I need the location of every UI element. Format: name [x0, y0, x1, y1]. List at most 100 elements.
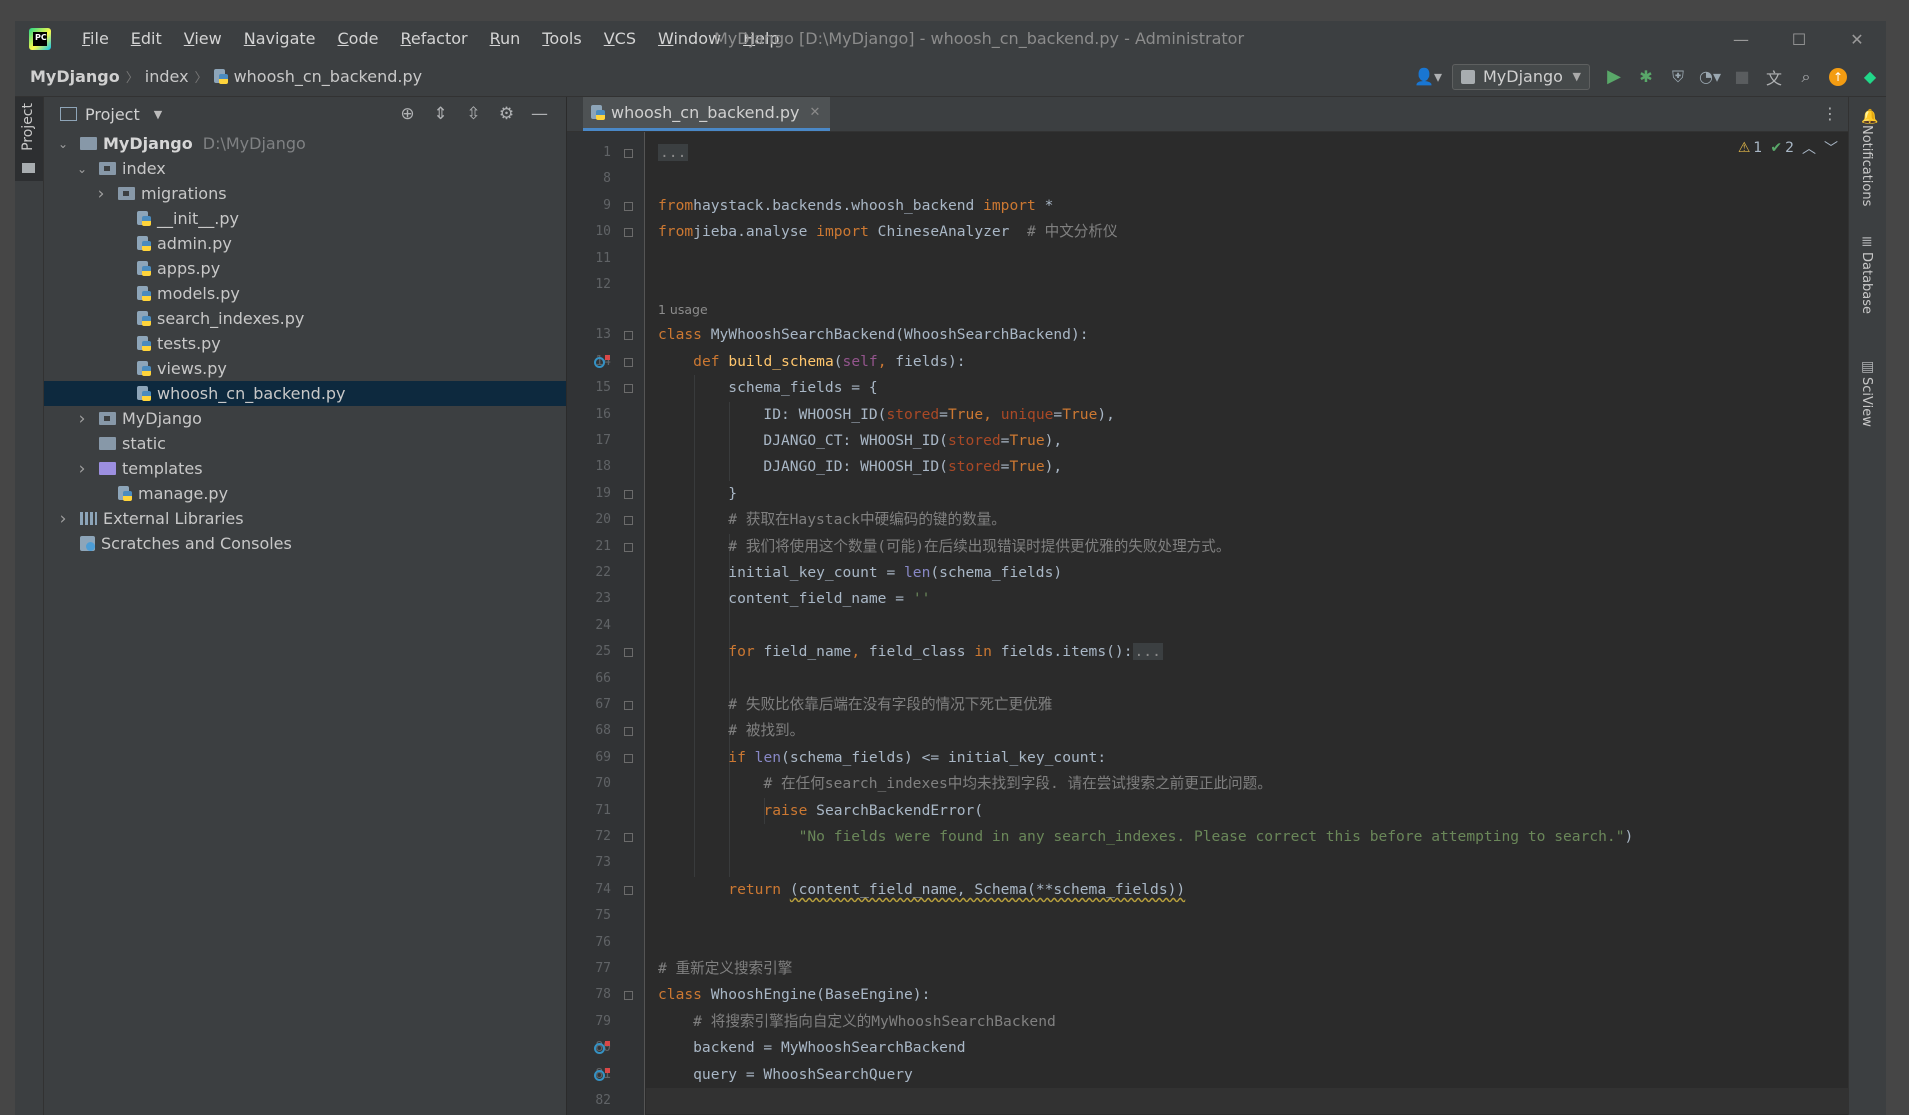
database-tab[interactable]: Database — [1859, 252, 1874, 314]
warning-icon: ⚠ — [1737, 140, 1751, 156]
code-token: MyWhooshSearchBackend(WhooshSearchBacken… — [701, 326, 1089, 344]
menu-tools[interactable]: Tools — [531, 21, 592, 57]
fold-toggle-icon[interactable] — [624, 357, 633, 367]
line-number: 10 — [595, 224, 611, 240]
close-tab-icon[interactable]: ✕ — [810, 105, 821, 120]
notifications-tab[interactable]: Notifications — [1859, 125, 1874, 206]
chevron-down-icon: ▼ — [1572, 70, 1581, 83]
gear-icon[interactable]: ⚙ — [490, 104, 523, 124]
expand-all-icon[interactable]: ⇕ — [424, 104, 457, 124]
maximize-button[interactable]: ☐ — [1770, 21, 1828, 57]
update-icon[interactable]: ↑ — [1822, 57, 1854, 96]
fold-toggle-icon[interactable] — [624, 727, 633, 737]
close-button[interactable]: ✕ — [1828, 21, 1886, 57]
fold-toggle-icon[interactable] — [624, 991, 633, 1001]
code-token: } — [658, 484, 738, 502]
translate-icon[interactable]: 文 — [1758, 57, 1790, 96]
code-token: stored — [947, 432, 1001, 449]
tree-item[interactable]: static — [44, 431, 566, 456]
minimize-button[interactable]: — — [1712, 21, 1770, 57]
collapse-all-icon[interactable]: ⇳ — [457, 104, 490, 124]
tree-item[interactable]: › MyDjango — [44, 406, 566, 431]
chevron-down-icon[interactable]: ⌄ — [75, 162, 89, 176]
menu-file[interactable]: File — [71, 21, 120, 57]
code-token: from — [658, 196, 694, 214]
fold-toggle-icon[interactable] — [624, 149, 633, 158]
code-line: initial_key_count = len(schema_fields) — [658, 560, 1062, 586]
fold-toggle-icon[interactable] — [624, 701, 633, 710]
tree-item[interactable]: ⌄ MyDjango D:\MyDjango — [44, 131, 566, 156]
code-with-me-icon[interactable]: ◆ — [1854, 57, 1886, 96]
tree-item[interactable]: apps.py — [44, 256, 566, 281]
profile-icon[interactable]: ◔▾ — [1694, 57, 1726, 96]
tree-item[interactable]: tests.py — [44, 331, 566, 356]
tree-item[interactable]: __init__.py — [44, 206, 566, 231]
override-marker-icon[interactable] — [594, 1067, 610, 1081]
tree-item[interactable]: models.py — [44, 281, 566, 306]
fold-toggle-icon[interactable] — [624, 516, 633, 526]
chevron-right-icon[interactable]: › — [94, 184, 108, 204]
sciview-tab[interactable]: SciView — [1859, 377, 1874, 427]
search-icon[interactable]: ⌕ — [1790, 57, 1822, 96]
tree-item[interactable]: views.py — [44, 356, 566, 381]
project-tool-tab[interactable]: Project — [15, 97, 43, 181]
fold-toggle-icon[interactable] — [624, 228, 633, 238]
fold-toggle-icon[interactable] — [624, 885, 633, 895]
menu-vcs[interactable]: VCS — [593, 21, 647, 57]
next-highlight-icon[interactable]: ﹀ — [1824, 138, 1838, 158]
run-configuration-select[interactable]: MyDjango ▼ — [1452, 63, 1590, 90]
menu-view[interactable]: View — [173, 21, 233, 57]
tree-item[interactable]: Scratches and Consoles — [44, 531, 566, 556]
tree-item[interactable]: manage.py — [44, 481, 566, 506]
tree-item[interactable]: › External Libraries — [44, 506, 566, 531]
fold-toggle-icon[interactable] — [624, 833, 633, 842]
debug-icon[interactable]: ✱ — [1630, 57, 1662, 96]
chevron-down-icon[interactable]: ⌄ — [56, 137, 70, 151]
select-opened-file-icon[interactable]: ⊕ — [391, 104, 424, 124]
fold-toggle-icon[interactable] — [624, 489, 633, 499]
menu-edit[interactable]: Edit — [120, 21, 173, 57]
usage-inlay-hint[interactable]: 1 usage — [658, 300, 708, 320]
tree-item[interactable]: admin.py — [44, 231, 566, 256]
breadcrumb-folder[interactable]: index — [145, 67, 189, 86]
code-token: , — [877, 352, 896, 370]
folded-code-placeholder[interactable]: ... — [658, 144, 689, 161]
previous-highlight-icon[interactable]: ︿ — [1802, 138, 1816, 158]
tree-item[interactable]: › migrations — [44, 181, 566, 206]
code-editor[interactable]: ⚠ 1 ✔ 2 ︿ ﹀ 1 usage... fromhaystack.backe… — [646, 132, 1848, 1115]
breadcrumb-file[interactable]: whoosh_cn_backend.py — [234, 67, 423, 86]
override-marker-icon[interactable] — [594, 354, 610, 368]
menu-navigate[interactable]: Navigate — [233, 21, 327, 57]
fold-toggle-icon[interactable] — [624, 331, 633, 341]
fold-toggle-icon[interactable] — [624, 753, 633, 763]
folded-code-placeholder[interactable]: ... — [1132, 643, 1163, 661]
tree-item[interactable]: ⌄ index — [44, 156, 566, 181]
stop-icon[interactable]: ■ — [1726, 57, 1758, 96]
inspection-widget[interactable]: ⚠ 1 ✔ 2 ︿ ﹀ — [1730, 138, 1838, 158]
run-icon[interactable]: ▶ — [1598, 57, 1630, 96]
menu-code[interactable]: Code — [327, 21, 390, 57]
project-panel-title[interactable]: Project — [85, 105, 140, 124]
tab-whoosh-cn-backend[interactable]: whoosh_cn_backend.py ✕ — [583, 97, 831, 131]
menu-refactor[interactable]: Refactor — [389, 21, 478, 57]
chevron-down-icon[interactable]: ▼ — [154, 108, 162, 121]
fold-toggle-icon[interactable] — [624, 648, 633, 658]
fold-toggle-icon[interactable] — [624, 201, 633, 211]
tree-item[interactable]: › templates — [44, 456, 566, 481]
fold-toggle-icon[interactable] — [624, 384, 633, 394]
hide-panel-icon[interactable]: — — [523, 104, 556, 124]
menu-run[interactable]: Run — [479, 21, 532, 57]
chevron-right-icon[interactable]: › — [75, 409, 89, 429]
breadcrumb-project[interactable]: MyDjango — [30, 67, 120, 86]
line-number: 71 — [595, 802, 611, 818]
code-line: return (content_field_name, Schema(**sch… — [658, 877, 1185, 903]
code-line: DJANGO_ID: WHOOSH_ID(stored=True), — [658, 454, 1062, 480]
coverage-icon[interactable]: ⛨ — [1662, 57, 1694, 96]
account-icon[interactable]: 👤▾ — [1412, 57, 1444, 96]
tree-item[interactable]: search_indexes.py — [44, 306, 566, 331]
tree-item[interactable]: whoosh_cn_backend.py — [44, 381, 566, 406]
more-options-icon[interactable]: ⋮ — [1822, 97, 1838, 131]
fold-toggle-icon[interactable] — [624, 542, 633, 552]
chevron-right-icon[interactable]: › — [56, 509, 70, 529]
chevron-right-icon[interactable]: › — [75, 459, 89, 479]
